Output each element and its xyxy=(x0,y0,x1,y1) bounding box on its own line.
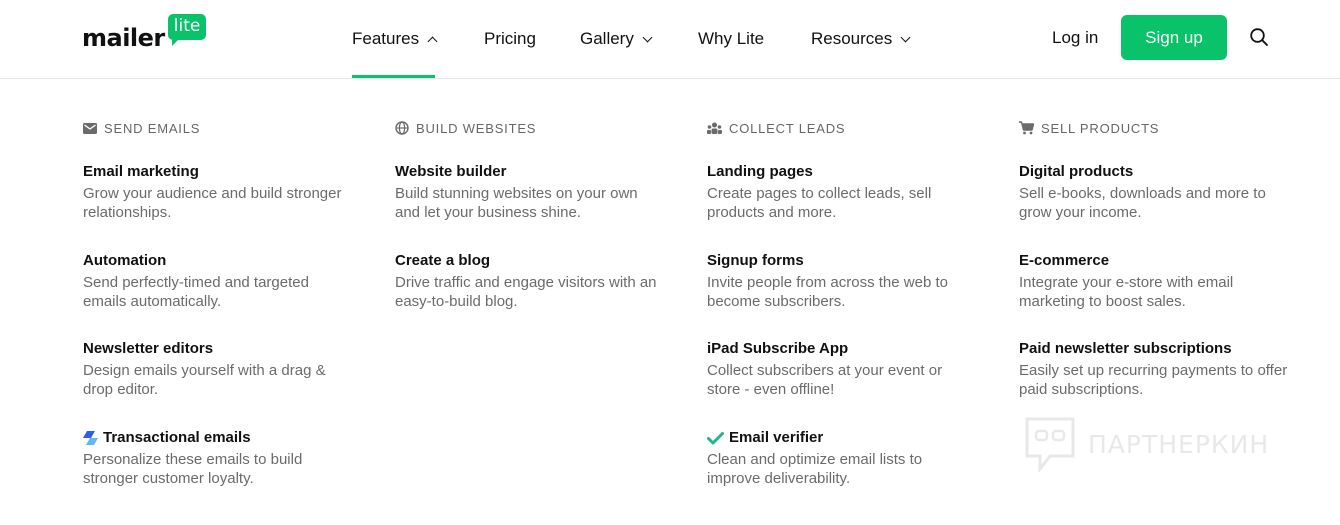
menu-item-title: Landing pages xyxy=(707,163,813,180)
menu-item-description: Easily set up recurring payments to offe… xyxy=(1019,362,1288,398)
menu-item-title: Create a blog xyxy=(395,252,491,269)
menu-item-e-commerce[interactable]: E-commerce Integrate your e-store with e… xyxy=(1019,251,1289,311)
envelope-icon xyxy=(83,122,97,134)
menu-item-landing-pages[interactable]: Landing pages Create pages to collect le… xyxy=(707,162,977,222)
signup-button[interactable]: Sign up xyxy=(1121,15,1227,60)
globe-icon xyxy=(395,121,409,135)
chevron-down-icon xyxy=(642,32,653,42)
watermark-text: ПАРТНЕРКИН xyxy=(1088,429,1270,459)
cart-icon xyxy=(1019,121,1034,135)
menu-item-ipad-subscribe-app[interactable]: iPad Subscribe App Collect subscribers a… xyxy=(707,339,977,399)
people-icon xyxy=(707,122,722,134)
menu-item-title: Website builder xyxy=(395,163,507,180)
logo-wordmark: mailer xyxy=(82,24,165,52)
menu-item-description: Sell e-books, downloads and more to grow… xyxy=(1019,185,1266,221)
menu-item-create-a-blog[interactable]: Create a blog Drive traffic and engage v… xyxy=(395,251,665,311)
search-icon[interactable] xyxy=(1249,27,1269,47)
menu-column-sell-products: SELL PRODUCTS Digital products Sell e-bo… xyxy=(1019,118,1289,398)
menu-item-automation[interactable]: Automation Send perfectly-timed and targ… xyxy=(83,251,353,311)
logo-badge: lite xyxy=(167,14,207,46)
menu-item-title: Email marketing xyxy=(83,163,199,180)
menu-item-email-marketing[interactable]: Email marketing Grow your audience and b… xyxy=(83,162,353,222)
menu-column-send-emails: SEND EMAILS Email marketing Grow your au… xyxy=(83,118,353,487)
menu-item-description: Design emails yourself with a drag & dro… xyxy=(83,362,326,398)
section-heading: SELL PRODUCTS xyxy=(1019,118,1289,138)
menu-item-email-verifier[interactable]: Email verifier Clean and optimize email … xyxy=(707,428,977,488)
section-heading: COLLECT LEADS xyxy=(707,118,977,138)
mailersend-icon xyxy=(83,431,98,445)
login-link[interactable]: Log in xyxy=(1052,0,1098,76)
menu-item-title: Digital products xyxy=(1019,163,1134,180)
menu-item-description: Build stunning websites on your own and … xyxy=(395,185,638,221)
menu-item-website-builder[interactable]: Website builder Build stunning websites … xyxy=(395,162,665,222)
menu-item-description: Collect subscribers at your event or sto… xyxy=(707,362,943,398)
menu-item-newsletter-editors[interactable]: Newsletter editors Design emails yoursel… xyxy=(83,339,353,399)
menu-item-description: Send perfectly-timed and targeted emails… xyxy=(83,274,309,310)
active-nav-indicator xyxy=(352,75,435,78)
menu-item-transactional-emails[interactable]: Transactional emails Personalize these e… xyxy=(83,428,353,488)
checkmark-icon xyxy=(707,431,724,444)
nav-resources[interactable]: Resources xyxy=(811,0,911,78)
nav-features-label: Features xyxy=(352,29,420,48)
menu-item-paid-newsletter-subscriptions[interactable]: Paid newsletter subscriptions Easily set… xyxy=(1019,339,1289,399)
menu-item-title: Transactional emails xyxy=(83,428,353,448)
nav-why-lite-label: Why Lite xyxy=(698,29,765,48)
watermark: ПАРТНЕРКИН xyxy=(1024,416,1269,472)
watermark-logo-icon xyxy=(1025,417,1075,472)
menu-item-title: iPad Subscribe App xyxy=(707,340,849,357)
nav-pricing[interactable]: Pricing xyxy=(484,0,536,78)
menu-item-description: Create pages to collect leads, sell prod… xyxy=(707,185,932,221)
menu-column-build-websites: BUILD WEBSITES Website builder Build stu… xyxy=(395,118,665,311)
nav-pricing-label: Pricing xyxy=(484,29,536,48)
section-heading: SEND EMAILS xyxy=(83,118,353,138)
nav-gallery-label: Gallery xyxy=(580,29,634,48)
mailerlite-logo[interactable]: mailer lite xyxy=(82,14,207,52)
menu-item-description: Integrate your e-store with email market… xyxy=(1019,274,1234,310)
section-heading: BUILD WEBSITES xyxy=(395,118,665,138)
menu-item-signup-forms[interactable]: Signup forms Invite people from across t… xyxy=(707,251,977,311)
nav-features[interactable]: Features xyxy=(352,0,438,78)
top-navigation-bar: mailer lite Features Pricing Gallery Why… xyxy=(0,0,1340,79)
menu-item-description: Personalize these emails to build strong… xyxy=(83,451,303,487)
menu-column-collect-leads: COLLECT LEADS Landing pages Create pages… xyxy=(707,118,977,487)
chevron-down-icon xyxy=(900,32,911,42)
menu-item-title: Email verifier xyxy=(707,428,977,448)
menu-item-description: Drive traffic and engage visitors with a… xyxy=(395,274,657,310)
menu-item-title: E-commerce xyxy=(1019,252,1110,269)
nav-resources-label: Resources xyxy=(811,29,893,48)
nav-why-lite[interactable]: Why Lite xyxy=(698,0,764,78)
menu-item-description: Clean and optimize email lists to improv… xyxy=(707,451,923,487)
menu-item-digital-products[interactable]: Digital products Sell e-books, downloads… xyxy=(1019,162,1289,222)
menu-item-description: Grow your audience and build stronger re… xyxy=(83,185,342,221)
menu-item-title: Paid newsletter subscriptions xyxy=(1019,340,1232,357)
menu-item-title: Signup forms xyxy=(707,252,804,269)
menu-item-description: Invite people from across the web to bec… xyxy=(707,274,948,310)
chevron-up-icon xyxy=(427,36,438,46)
menu-item-title: Newsletter editors xyxy=(83,340,214,357)
nav-gallery[interactable]: Gallery xyxy=(580,0,653,78)
menu-item-title: Automation xyxy=(83,252,167,269)
